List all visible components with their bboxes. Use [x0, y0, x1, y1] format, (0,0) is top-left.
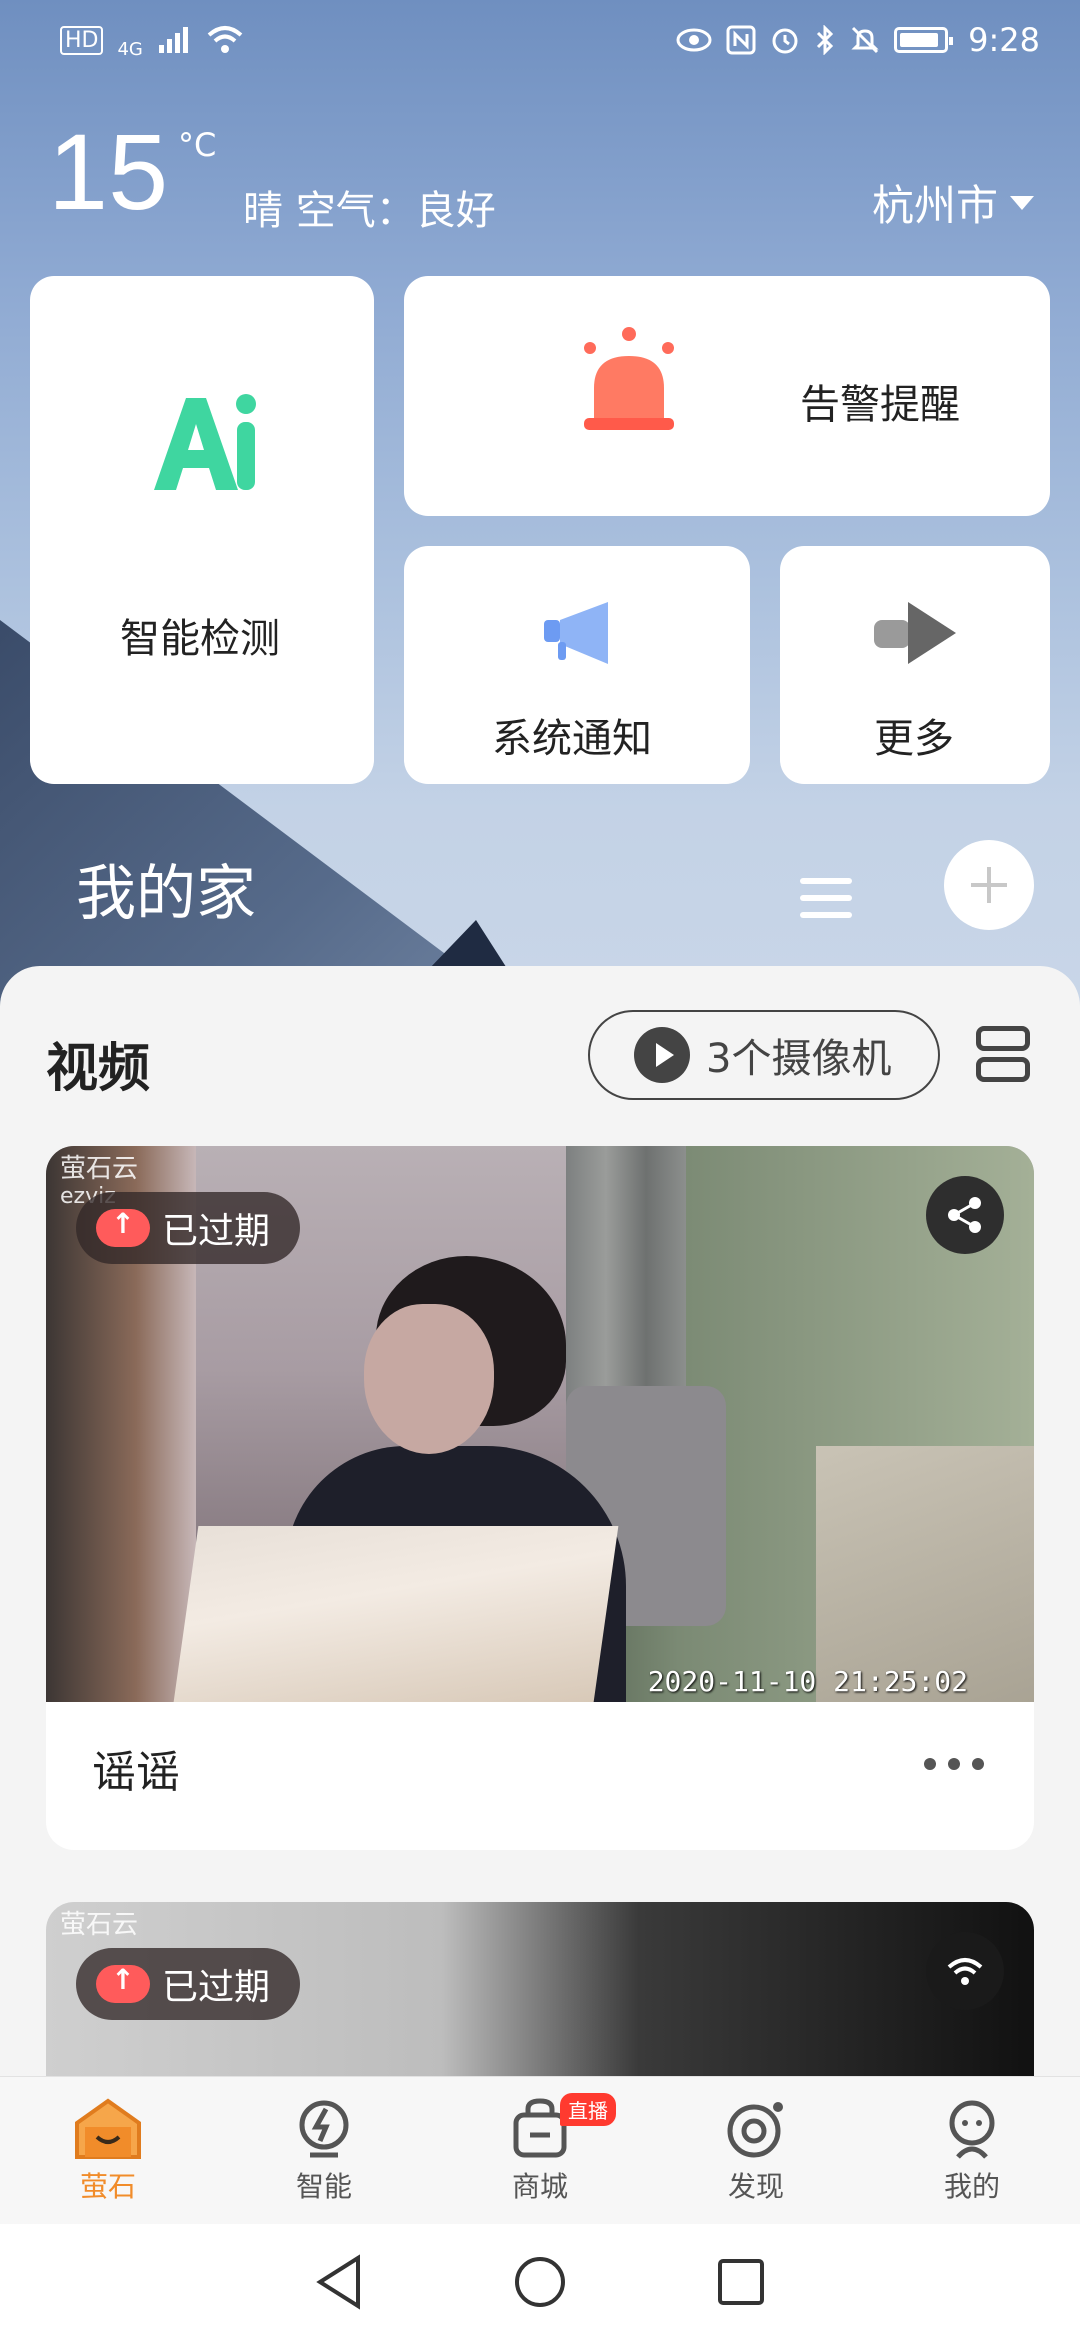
alarm-clock-icon: [772, 28, 798, 54]
tab-profile[interactable]: 我的: [864, 2077, 1080, 2224]
caret-down-icon: [1010, 195, 1034, 210]
tab-smart[interactable]: 智能: [216, 2077, 432, 2224]
camera-thumbnail[interactable]: 萤石云 已过期: [46, 1902, 1034, 2076]
status-left: HD 4G: [60, 21, 245, 60]
discover-icon: [727, 2101, 783, 2157]
tab-label: 发现: [727, 2169, 784, 2203]
system-notice-card[interactable]: 系统通知: [404, 546, 750, 784]
camera-card[interactable]: 萤石云ezviz 已过期 2020-11-10 21:25:02 谣谣: [46, 1146, 1034, 1850]
tab-discover[interactable]: 发现: [648, 2077, 864, 2224]
cloud-upload-icon: [96, 1207, 150, 1247]
city-name: 杭州市: [871, 181, 998, 230]
video-panel: 视频 3个摄像机 萤石云ezviz 已过期: [0, 966, 1080, 2076]
expired-label: 已过期: [162, 1211, 271, 1252]
hd-icon: HD: [60, 25, 104, 55]
home-icon: [75, 2098, 141, 2159]
nfc-icon: [726, 25, 756, 55]
camera-count-label: 3个摄像机: [706, 1036, 892, 1082]
alarm-card[interactable]: 告警提醒: [404, 276, 1050, 516]
temperature: 15: [48, 111, 169, 232]
recents-icon[interactable]: [716, 2257, 766, 2307]
menu-icon[interactable]: [800, 878, 852, 918]
home-nav-icon[interactable]: [513, 2255, 567, 2309]
ezviz-watermark: 萤石云: [60, 1910, 139, 1940]
weather-description: 晴 空气：良好: [243, 188, 496, 234]
bottom-tab-bar: 萤石 智能 商城 直播 发现 我的: [0, 2076, 1080, 2224]
home-title[interactable]: 我的家: [76, 845, 256, 932]
ai-detection-label: 智能检测: [120, 616, 280, 662]
cloud-expired-badge[interactable]: 已过期: [76, 1192, 301, 1264]
status-bar: HD 4G 9:28: [0, 0, 1080, 80]
city-selector[interactable]: 杭州市: [872, 172, 1034, 233]
plus-icon: [971, 867, 1007, 903]
tab-ezviz[interactable]: 萤石: [0, 2077, 216, 2224]
more-label: 更多: [874, 716, 954, 762]
alarm-light-icon: [584, 327, 674, 430]
play-icon: [634, 1027, 690, 1083]
clock: 9:28: [968, 21, 1040, 59]
expired-label: 已过期: [162, 1967, 271, 2008]
back-icon[interactable]: [314, 2254, 364, 2310]
bluetooth-icon: [817, 25, 834, 55]
wifi-icon: [947, 1958, 983, 1985]
alarm-label: 告警提醒: [800, 382, 960, 428]
camera-count-button[interactable]: 3个摄像机: [588, 1010, 940, 1100]
cloud-expired-badge[interactable]: 已过期: [76, 1948, 301, 2020]
more-card[interactable]: 更多: [780, 546, 1050, 784]
system-notice-label: 系统通知: [492, 716, 652, 762]
battery-icon: [894, 27, 954, 53]
camera-thumbnail[interactable]: 萤石云ezviz 已过期 2020-11-10 21:25:02: [46, 1146, 1034, 1702]
share-button[interactable]: [926, 1176, 1004, 1254]
mute-icon: [851, 26, 879, 54]
wifi-status-button[interactable]: [926, 1932, 1004, 2010]
video-section-title: 视频: [46, 1039, 151, 1099]
temperature-unit: °C: [178, 126, 217, 164]
live-badge: 直播: [560, 2093, 616, 2126]
tab-label: 我的: [943, 2169, 1000, 2203]
weather-widget: 15 °C 晴 空气：良好: [48, 111, 496, 235]
megaphone-icon: [544, 602, 608, 664]
system-nav-bar: [0, 2224, 1080, 2340]
tab-label: 萤石: [79, 2169, 136, 2203]
signal-icon: [158, 27, 188, 53]
tab-label: 智能: [295, 2169, 352, 2203]
status-right: 9:28: [676, 21, 1040, 59]
add-device-button[interactable]: [944, 840, 1034, 930]
wifi-icon: [207, 26, 243, 53]
tab-label: 商城: [511, 2169, 568, 2203]
network-type: 4G: [117, 38, 143, 60]
smart-icon: [299, 2100, 349, 2157]
more-options-icon[interactable]: [924, 1758, 984, 1770]
profile-icon: [949, 2100, 995, 2159]
ai-icon: [154, 394, 256, 490]
camera-name: 谣谣: [92, 1747, 180, 1798]
share-icon: [948, 1197, 981, 1233]
camera-card[interactable]: 萤石云 已过期: [46, 1902, 1034, 2076]
ai-detection-card[interactable]: 智能检测: [30, 276, 374, 784]
tab-shop[interactable]: 商城 直播: [432, 2077, 648, 2224]
video-timestamp: 2020-11-10 21:25:02: [647, 1665, 968, 1698]
layout-toggle-icon[interactable]: [976, 1026, 1030, 1082]
more-arrow-icon: [874, 602, 956, 664]
eye-icon: [676, 28, 712, 52]
cloud-upload-icon: [96, 1963, 150, 2003]
